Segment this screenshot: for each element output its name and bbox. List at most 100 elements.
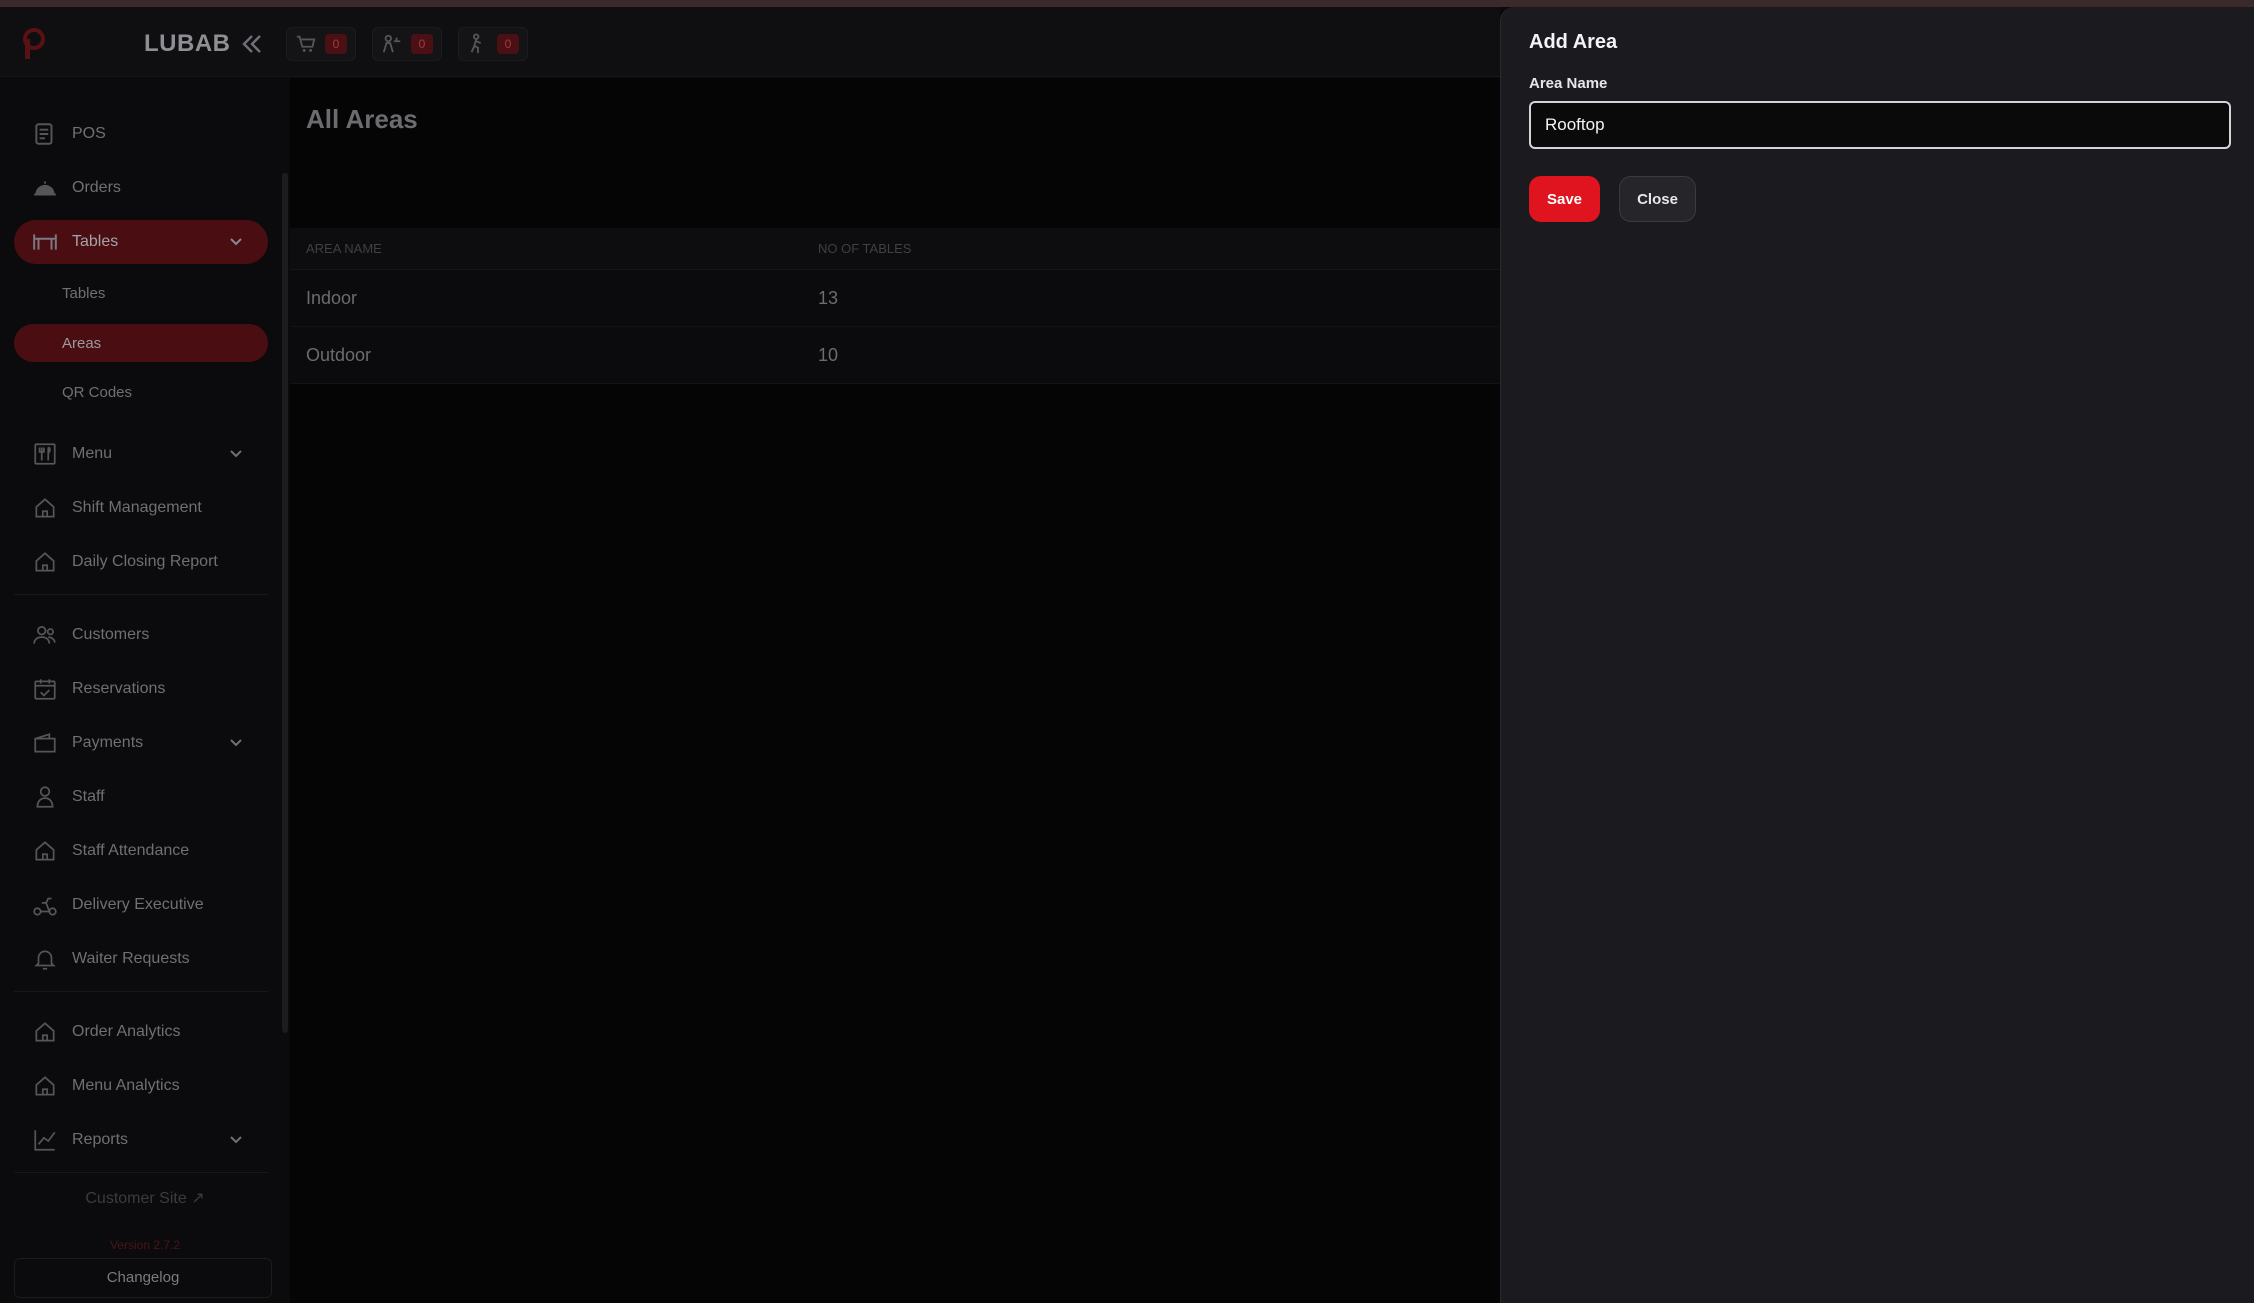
sidebar-item-tables[interactable]: Tables — [14, 220, 268, 264]
table-header: AREA NAME NO OF TABLES — [290, 228, 1500, 270]
sidebar-item-label: Payments — [72, 734, 144, 751]
chevron-down-icon — [230, 450, 242, 458]
sidebar-item-label: Menu Analytics — [72, 1077, 180, 1094]
save-button[interactable]: Save — [1529, 176, 1600, 222]
cart-orders-badge[interactable]: 0 — [286, 27, 356, 61]
home-icon — [35, 841, 55, 861]
utensils-icon — [34, 443, 56, 465]
calendar-check-icon — [34, 679, 56, 700]
sidebar-item-label: Areas — [62, 334, 102, 352]
sidebar-item-label: Delivery Executive — [72, 896, 204, 913]
tables-count-cell: 13 — [818, 287, 839, 308]
cart-icon — [296, 35, 316, 52]
waiter-requests-badge[interactable]: 0 — [372, 27, 442, 61]
main-content: All Areas AREA NAME NO OF TABLES Indoor … — [290, 78, 1500, 1303]
sidebar-item-label: Tables — [72, 233, 119, 250]
customer-site-link[interactable]: Customer Site ↗ — [0, 1188, 290, 1208]
area-name-cell: Outdoor — [306, 344, 372, 365]
user-icon — [36, 786, 54, 808]
sidebar-item-customers[interactable]: Customers — [14, 613, 268, 657]
sidebar-item-label: Staff — [72, 788, 105, 805]
sidebar-item-staff[interactable]: Staff — [14, 775, 268, 819]
delivery-count: 0 — [497, 34, 519, 54]
cart-count: 0 — [325, 34, 347, 54]
chart-line-icon — [34, 1130, 56, 1151]
area-name-cell: Indoor — [306, 287, 358, 308]
top-header: LUBAB 0 0 0 — [0, 7, 1500, 77]
home-icon — [35, 552, 55, 572]
delivery-badge[interactable]: 0 — [458, 27, 528, 61]
page-title: All Areas — [306, 104, 418, 134]
sidebar-item-label: Shift Management — [72, 499, 202, 516]
sidebar-item-shift-management[interactable]: Shift Management — [14, 486, 268, 530]
version-label: Version 2.7.2 — [109, 1238, 181, 1252]
drawer-title: Add Area — [1529, 31, 1618, 53]
home-icon — [35, 498, 55, 518]
sidebar-subitem-areas[interactable]: Areas — [14, 324, 268, 362]
sidebar-item-waiter-requests[interactable]: Waiter Requests — [14, 937, 268, 981]
sidebar-item-order-analytics[interactable]: Order Analytics — [14, 1010, 268, 1054]
table-icon — [33, 234, 57, 250]
external-link-icon: ↗ — [191, 1190, 205, 1207]
sidebar-item-reports[interactable]: Reports — [14, 1118, 268, 1162]
top-accent-bar — [0, 0, 2254, 7]
table-row[interactable]: Indoor 13 — [290, 270, 1500, 327]
sidebar-item-menu[interactable]: Menu — [14, 432, 268, 476]
sidebar-item-label: Waiter Requests — [72, 950, 190, 967]
home-icon — [35, 1022, 55, 1042]
sidebar-item-pos[interactable]: POS — [14, 112, 268, 156]
brand-name[interactable]: LUBAB — [144, 30, 231, 58]
customer-site-label: Customer Site — [85, 1190, 187, 1207]
sidebar-item-label: Customers — [72, 626, 150, 643]
waiter-count: 0 — [411, 34, 433, 54]
sidebar-item-label: QR Codes — [62, 383, 133, 401]
delivery-icon — [470, 33, 482, 54]
sidebar-item-payments[interactable]: Payments — [14, 721, 268, 765]
logo-icon — [23, 28, 45, 59]
sidebar-divider — [14, 991, 268, 992]
column-header-no-of-tables: NO OF TABLES — [818, 241, 912, 256]
sidebar-item-delivery-executive[interactable]: Delivery Executive — [14, 883, 268, 927]
sidebar-item-label: Reservations — [72, 680, 166, 697]
sidebar-item-label: Staff Attendance — [72, 842, 190, 859]
sidebar-item-label: Daily Closing Report — [72, 553, 218, 570]
sidebar-item-menu-analytics[interactable]: Menu Analytics — [14, 1064, 268, 1108]
sidebar-item-label: Menu — [72, 445, 113, 462]
bell-icon — [34, 950, 56, 970]
sidebar-item-label: Orders — [72, 179, 121, 196]
waiter-icon — [382, 34, 401, 53]
sidebar-divider — [14, 594, 268, 595]
sidebar-scrollbar[interactable] — [282, 173, 288, 1033]
chevron-down-icon — [230, 1136, 242, 1144]
area-name-label: Area Name — [1529, 75, 1608, 92]
sidebar-item-daily-closing-report[interactable]: Daily Closing Report — [14, 540, 268, 584]
wallet-icon — [34, 733, 56, 753]
cloche-icon — [34, 181, 56, 196]
close-button[interactable]: Close — [1619, 176, 1696, 222]
sidebar-item-orders[interactable]: Orders — [14, 166, 268, 210]
sidebar-item-label: Reports — [72, 1131, 129, 1148]
collapse-sidebar-icon[interactable] — [240, 33, 264, 55]
chevron-down-icon — [230, 238, 242, 246]
sidebar-subitem-tables[interactable]: Tables — [14, 274, 268, 312]
sidebar-item-label: Order Analytics — [72, 1023, 181, 1040]
sidebar-divider — [14, 1172, 268, 1173]
chevron-down-icon — [230, 739, 242, 747]
sidebar: POS Orders Tables Tables Areas QR Codes — [0, 78, 290, 1303]
sidebar-subitem-qr-codes[interactable]: QR Codes — [14, 373, 268, 411]
column-header-area-name: AREA NAME — [306, 241, 382, 256]
users-icon — [33, 626, 56, 644]
area-name-input[interactable] — [1529, 101, 2231, 149]
scooter-icon — [33, 897, 57, 916]
sidebar-item-staff-attendance[interactable]: Staff Attendance — [14, 829, 268, 873]
sidebar-item-label: Tables — [62, 284, 106, 302]
tables-count-cell: 10 — [818, 344, 839, 365]
areas-table: AREA NAME NO OF TABLES Indoor 13 Outdoor… — [290, 228, 1500, 384]
sidebar-item-label: POS — [72, 125, 106, 142]
home-icon — [35, 1076, 55, 1096]
changelog-button[interactable]: Changelog — [14, 1258, 272, 1298]
add-area-drawer: Add Area Area Name Save Close — [1500, 7, 2254, 1303]
pos-icon — [35, 123, 53, 145]
table-row[interactable]: Outdoor 10 — [290, 327, 1500, 384]
sidebar-item-reservations[interactable]: Reservations — [14, 667, 268, 711]
